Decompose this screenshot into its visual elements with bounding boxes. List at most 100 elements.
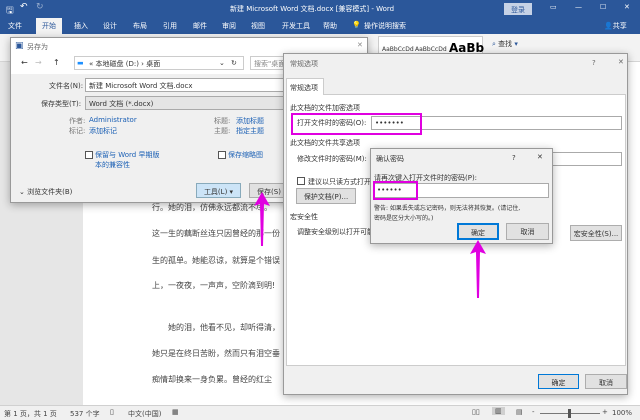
readonly-checkbox[interactable] (297, 177, 305, 185)
page-count[interactable]: 第 1 页，共 1 页 (4, 409, 57, 419)
tab-home[interactable]: 开始 (36, 18, 62, 34)
tab-help[interactable]: 帮助 (323, 21, 337, 31)
browse-label: 浏览文件夹(B) (27, 188, 73, 196)
dialog-title: 另存为 (27, 43, 48, 51)
tags-label: 标记: (69, 127, 86, 135)
tab-review[interactable]: 审阅 (222, 21, 236, 31)
arrow-to-save-icon (254, 192, 270, 246)
zoom-slider-thumb[interactable] (568, 409, 571, 418)
title-value[interactable]: 添加标题 (236, 116, 264, 126)
close-icon[interactable]: ✕ (624, 3, 630, 11)
filename-input[interactable]: 新建 Microsoft Word 文档.docx (85, 78, 285, 92)
warning-line-1: 警告: 如果丢失或忘记密码，则无法将其恢复。(请记住, (374, 205, 521, 212)
ok-button[interactable]: 确定 (538, 374, 579, 389)
type-select[interactable]: Word 文档 (*.docx) (85, 96, 285, 110)
dialog-title: 确认密码 (376, 155, 404, 163)
dropdown-icon[interactable]: ⌄ (219, 59, 225, 67)
close-icon[interactable]: ✕ (537, 153, 543, 161)
ribbon-display-icon[interactable]: ▭ (550, 3, 557, 11)
readonly-label: 建议以只读方式打开 (308, 178, 371, 186)
style-normal[interactable]: AaBbCcDd (382, 46, 414, 53)
tab-design[interactable]: 设计 (103, 21, 117, 31)
forward-icon[interactable]: → (35, 58, 42, 67)
compat-checkbox[interactable] (85, 151, 93, 159)
zoom-in-button[interactable]: + (602, 408, 608, 416)
subject-value[interactable]: 指定主题 (236, 126, 264, 136)
tab-insert[interactable]: 插入 (74, 21, 88, 31)
tell-me-search[interactable]: 操作说明搜索 (364, 21, 406, 31)
macro-security-button[interactable]: 宏安全性(S)... (570, 225, 622, 241)
subject-label: 主题: (214, 127, 231, 135)
tab-mailings[interactable]: 邮件 (193, 21, 207, 31)
maximize-icon[interactable]: ☐ (600, 3, 606, 11)
title-bar: 🖫 ↶ ↻ 新建 Microsoft Word 文档.docx [兼容模式] -… (0, 0, 640, 18)
path-folder: 桌面 (146, 60, 161, 68)
back-icon[interactable]: ← (21, 58, 28, 67)
thumbnail-checkbox[interactable] (218, 151, 226, 159)
tab-layout[interactable]: 布局 (133, 21, 147, 31)
tools-label: 工具(L) (203, 188, 228, 196)
minimize-icon[interactable]: — (575, 3, 582, 11)
language[interactable]: 中文(中国) (128, 409, 161, 419)
tab-view[interactable]: 视图 (251, 21, 265, 31)
style-no-spacing[interactable]: AaBbCcDd (415, 46, 447, 53)
author-label: 作者: (69, 117, 86, 125)
redo-icon[interactable]: ↻ (36, 2, 44, 12)
proofing-icon[interactable]: ▯ (110, 408, 114, 416)
lightbulb-icon: 💡 (352, 21, 361, 29)
macro-record-icon[interactable]: ▦ (172, 408, 179, 416)
modify-password-label: 修改文件时的密码(M): (297, 155, 367, 163)
close-icon[interactable]: ✕ (618, 58, 624, 66)
computer-icon: ▬ (77, 59, 84, 67)
path-drive: 本地磁盘 (D:) (95, 60, 139, 68)
help-icon[interactable]: ? (592, 59, 596, 67)
browse-folders-toggle[interactable]: ⌄ 浏览文件夹(B) (19, 187, 72, 197)
compat-label-2: 本的兼容性 (95, 161, 130, 169)
thumbnail-label: 保存缩略图 (228, 151, 263, 159)
doc-line: 她的泪，他看不见，却听得清， (168, 323, 280, 332)
zoom-level[interactable]: 100% (612, 409, 632, 417)
zoom-out-button[interactable]: - (532, 408, 535, 416)
filename-label: 文件名(N): (49, 82, 84, 90)
doc-line: 她只是在终日苦盼，然而只有泪空垂 (152, 349, 280, 358)
sharing-section: 此文档的文件共享选项 (290, 139, 360, 147)
find-button[interactable]: ⌕ 查找 ▾ (492, 39, 518, 49)
protect-document-button[interactable]: 保护文档(P)... (296, 188, 356, 204)
print-layout-icon[interactable]: ▥ (492, 407, 505, 415)
word-icon: ▣ (15, 41, 24, 51)
undo-icon[interactable]: ↶ (20, 2, 28, 12)
cancel-button[interactable]: 取消 (585, 374, 627, 389)
login-button[interactable]: 登录 (504, 3, 532, 15)
dialog-title: 常规选项 (290, 60, 318, 68)
help-icon[interactable]: ? (512, 154, 516, 162)
confirm-password-dialog: 确认密码 ? ✕ 请再次键入打开文件时的密码(P): •••••• 警告: 如果… (370, 148, 553, 244)
tab-file[interactable]: 文件 (8, 21, 22, 31)
tags-value[interactable]: 添加标记 (89, 126, 117, 136)
window-title: 新建 Microsoft Word 文档.docx [兼容模式] - Word (230, 5, 395, 13)
close-icon[interactable]: ✕ (357, 41, 363, 49)
author-value[interactable]: Administrator (89, 116, 137, 124)
refresh-icon[interactable]: ↻ (231, 59, 237, 67)
tab-general[interactable]: 常规选项 (286, 78, 324, 95)
tools-button[interactable]: 工具(L) ▾ (196, 183, 241, 198)
doc-line: 生的孤单。她能忍谅，就算是个错误 (152, 256, 280, 265)
path-segment[interactable]: « 本地磁盘 (D:) › 桌面 (89, 59, 160, 69)
tab-references[interactable]: 引用 (163, 21, 177, 31)
word-count[interactable]: 537 个字 (70, 409, 100, 419)
tab-developer[interactable]: 开发工具 (282, 21, 310, 31)
cancel-button[interactable]: 取消 (506, 223, 549, 240)
up-icon[interactable]: ↑ (53, 58, 60, 67)
address-bar[interactable]: ▬ « 本地磁盘 (D:) › 桌面 ⌄ ↻ (74, 56, 244, 70)
share-button[interactable]: 👤共享 (604, 21, 627, 31)
find-label: 查找 (498, 40, 513, 48)
save-icon[interactable]: 🖫 (6, 3, 14, 19)
web-layout-icon[interactable]: ▤ (516, 408, 523, 416)
type-label: 保存类型(T): (41, 100, 82, 108)
read-mode-icon[interactable]: ▯▯ (472, 408, 480, 416)
highlight-box (373, 181, 418, 200)
arrow-to-ok-icon (470, 240, 486, 298)
status-bar: 第 1 页，共 1 页 537 个字 ▯ 中文(中国) ▦ ▯▯ ▥ ▤ - +… (0, 405, 640, 420)
share-label: 共享 (612, 22, 627, 30)
compat-label-1: 保留与 Word 早期版 (95, 151, 160, 159)
ribbon-tabs: 文件 开始 插入 设计 布局 引用 邮件 审阅 视图 开发工具 帮助 💡 操作说… (0, 18, 640, 34)
